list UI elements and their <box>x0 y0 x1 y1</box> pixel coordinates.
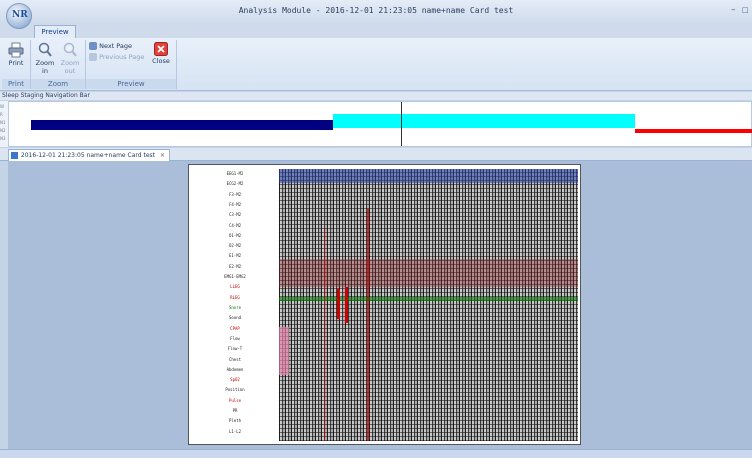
next-page-label: Next Page <box>99 42 133 50</box>
zoom-out-button[interactable]: Zoom out <box>58 42 82 75</box>
channel-label: ECG2-M2 <box>226 181 244 187</box>
stage-segment-red <box>635 129 752 133</box>
event-marker <box>337 289 340 319</box>
channel-label: Abdomen <box>226 366 244 372</box>
channel-label: E1-M2 <box>228 253 242 259</box>
preview-group: Next Page Previous Page Close Preview <box>86 40 177 89</box>
stage-label-column: W R N1 N2 N3 <box>0 101 8 147</box>
application-menu-button[interactable]: NR <box>6 3 32 29</box>
channel-label: O1-M2 <box>228 232 242 238</box>
preview-page: EEG1-M2 ECG2-M2 F3-M2 F4-M2 C3-M2 C4-M2 O1-M2 O… <box>188 164 581 445</box>
document-tab-title: 2016-12-01 21:23:05 name+name Card test <box>20 152 155 159</box>
channel-label: EMG1-EMG2 <box>224 274 246 280</box>
document-tab-row: 2016-12-01 21:23:05 name+name Card test … <box>0 148 752 161</box>
title-bar: NR Analysis Module - 2016-12-01 21:23:05… <box>0 0 752 29</box>
event-marker <box>324 229 325 441</box>
channel-label: Sound <box>228 315 242 321</box>
channel-label: RLEG <box>230 294 240 300</box>
print-button[interactable]: Print <box>4 42 28 67</box>
app-logo-text: NR <box>12 10 28 20</box>
minimize-button[interactable]: – <box>731 5 736 15</box>
printer-icon <box>8 42 24 58</box>
channel-label: F4-M2 <box>228 201 242 207</box>
previous-page-button[interactable]: Previous Page <box>89 53 144 61</box>
signal-waveform-area <box>279 169 578 441</box>
channel-label: E2-M2 <box>228 263 242 269</box>
stage-label: N2 <box>0 128 6 133</box>
close-preview-label: Close <box>152 57 170 65</box>
channel-label: Pleth <box>228 418 242 424</box>
channel-label: C4-M2 <box>228 222 242 228</box>
zoom-in-button[interactable]: Zoom in <box>34 42 56 75</box>
tab-preview[interactable]: Preview <box>34 25 76 39</box>
channel-label: EEG1-M2 <box>226 171 244 176</box>
next-page-button[interactable]: Next Page <box>89 42 132 50</box>
navigation-bar-label: Sleep Staging Navigation Bar <box>0 92 752 100</box>
event-marker <box>345 287 348 323</box>
channel-label: PR <box>232 408 238 414</box>
document-icon <box>11 152 18 159</box>
channel-label: F3-M2 <box>228 191 242 197</box>
channel-label: Pulse <box>228 397 242 403</box>
window-title: Analysis Module - 2016-12-01 21:23:05 na… <box>238 6 514 15</box>
stage-label: W <box>0 104 4 109</box>
previous-page-label: Previous Page <box>99 53 145 61</box>
ribbon: Print Print Zoom in Zoom out Zoom Next P… <box>0 38 752 91</box>
document-tab[interactable]: 2016-12-01 21:23:05 name+name Card test … <box>8 149 170 161</box>
eeg-activity-band <box>279 169 578 183</box>
sleep-staging-navigation-bar[interactable] <box>8 101 752 147</box>
preview-group-label: Preview <box>86 79 176 89</box>
stage-segment-light <box>333 114 635 128</box>
zoom-group-label: Zoom <box>31 79 85 89</box>
channel-label: O2-M2 <box>228 243 242 249</box>
restore-button[interactable]: □ <box>742 6 749 14</box>
stage-label: R <box>0 112 3 117</box>
zoom-group: Zoom in Zoom out Zoom <box>31 40 86 89</box>
channel-label: Flow <box>230 335 240 341</box>
channel-label: Position <box>225 387 245 393</box>
channel-label: L1-L2 <box>228 428 242 434</box>
channel-label: Flow-T <box>227 346 243 352</box>
zoom-in-label: Zoom in <box>35 59 55 75</box>
channel-label: CPAP <box>230 325 240 331</box>
stage-segment-dark <box>31 120 333 130</box>
stage-label: N1 <box>0 120 6 125</box>
previous-page-icon <box>89 53 97 61</box>
zoom-out-icon <box>63 42 77 57</box>
close-icon <box>154 42 168 56</box>
channel-label: C3-M2 <box>228 212 242 218</box>
ribbon-tab-row: Preview <box>0 24 752 39</box>
stage-label: N3 <box>0 136 6 141</box>
print-group: Print Print <box>2 40 31 89</box>
channel-label: Snore <box>228 305 242 310</box>
zoom-out-label: Zoom out <box>60 59 80 75</box>
channel-label: LLEG <box>230 284 240 290</box>
event-marker <box>279 327 289 375</box>
event-marker <box>367 209 369 441</box>
channel-label: SpO2 <box>230 377 240 383</box>
channel-label: Chest <box>228 356 242 362</box>
close-preview-button[interactable]: Close <box>150 42 172 65</box>
next-page-icon <box>89 42 97 50</box>
print-group-label: Print <box>2 79 30 89</box>
navigation-cursor[interactable] <box>401 102 402 146</box>
print-button-label: Print <box>8 59 24 67</box>
document-tab-close-icon[interactable]: × <box>160 152 165 159</box>
channel-label-column: EEG1-M2 ECG2-M2 F3-M2 F4-M2 C3-M2 C4-M2 O1-M2 O… <box>189 171 281 439</box>
zoom-in-icon <box>38 42 52 57</box>
